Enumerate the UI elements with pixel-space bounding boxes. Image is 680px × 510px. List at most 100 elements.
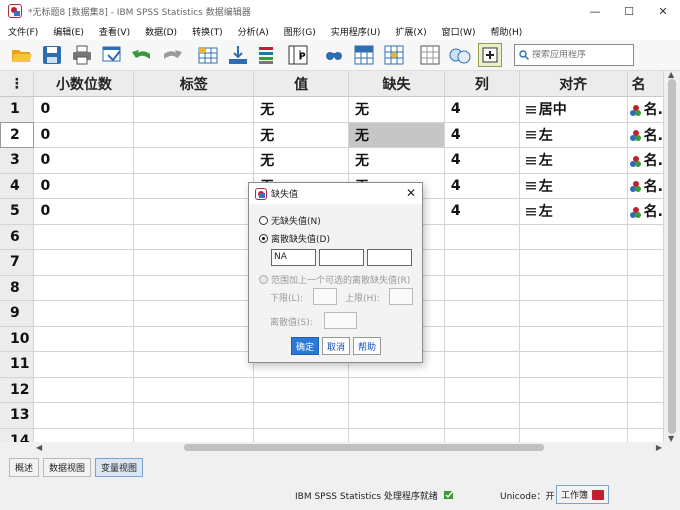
row-number[interactable]: 1 (0, 96, 35, 123)
range-radio[interactable] (259, 275, 268, 284)
search-input[interactable] (532, 50, 628, 60)
horizontal-scrollbar[interactable]: ◀ ▶ (34, 442, 664, 453)
cell-label[interactable] (133, 300, 255, 327)
cell-columns[interactable]: 4 (444, 173, 520, 199)
row-number[interactable]: 2 (0, 122, 35, 148)
cell-measure[interactable]: 名. (627, 147, 664, 174)
corner-cell[interactable]: ⋮ (0, 71, 35, 97)
cell-values[interactable] (253, 402, 350, 429)
minimize-button[interactable]: — (578, 0, 612, 22)
cell-missing[interactable]: 无 (348, 96, 445, 123)
ok-button[interactable]: 确定 (291, 337, 319, 355)
cell-missing[interactable]: 无 (348, 147, 445, 174)
cell-values[interactable]: 无 (253, 147, 350, 174)
cell-values[interactable]: 无 (253, 122, 350, 148)
row-number[interactable]: 4 (0, 173, 35, 199)
cell-label[interactable] (133, 326, 255, 352)
row-number[interactable]: 10 (0, 326, 35, 352)
split-file-icon[interactable]: P (286, 43, 310, 67)
scroll-up-icon[interactable]: ▲ (668, 70, 674, 79)
cell-measure[interactable] (627, 300, 664, 327)
select-cases-icon[interactable] (352, 43, 376, 67)
cell-measure[interactable]: 名. (627, 96, 664, 123)
vertical-scrollbar[interactable]: ▲ ▼ (664, 70, 680, 443)
workbook-button[interactable]: 工作簿 (556, 485, 610, 504)
cell-measure[interactable] (627, 275, 664, 301)
cell-columns[interactable] (444, 326, 520, 352)
row-number[interactable]: 9 (0, 300, 35, 327)
row-number[interactable]: 3 (0, 147, 35, 174)
discrete-missing-radio[interactable] (259, 234, 268, 243)
cell-label[interactable] (133, 224, 255, 250)
show-all-variables-icon[interactable] (448, 43, 472, 67)
row-number[interactable]: 7 (0, 249, 35, 276)
cell-columns[interactable] (444, 224, 520, 250)
cell-measure[interactable] (627, 428, 664, 442)
cell-align[interactable]: 左 (519, 122, 628, 148)
cell-measure[interactable] (627, 351, 664, 378)
cell-measure[interactable] (627, 326, 664, 352)
search-box[interactable] (514, 44, 634, 66)
cell-missing[interactable] (348, 428, 445, 442)
cell-decimals[interactable] (33, 275, 135, 301)
cell-align[interactable] (519, 326, 628, 352)
col-header-align[interactable]: 对齐 (519, 71, 628, 97)
cell-label[interactable] (133, 351, 255, 378)
cell-align[interactable] (519, 224, 628, 250)
col-header-missing[interactable]: 缺失 (348, 71, 445, 97)
cell-missing[interactable]: 无 (348, 122, 445, 148)
cell-measure[interactable]: 名. (627, 122, 664, 148)
cell-decimals[interactable]: 0 (33, 147, 135, 174)
close-button[interactable]: ✕ (646, 0, 680, 22)
cell-columns[interactable]: 4 (444, 147, 520, 174)
scroll-left-icon[interactable]: ◀ (36, 443, 42, 452)
no-missing-radio[interactable] (259, 216, 268, 225)
tab-variable-view[interactable]: 变量视图 (95, 457, 144, 477)
row-number[interactable]: 11 (0, 351, 35, 378)
cell-align[interactable] (519, 351, 628, 378)
scroll-right-icon[interactable]: ▶ (656, 443, 662, 452)
cell-align[interactable]: 左 (519, 147, 628, 174)
discrete-value-2[interactable] (319, 249, 364, 266)
cell-label[interactable] (133, 275, 255, 301)
spell-check-icon[interactable] (478, 43, 502, 67)
row-number[interactable]: 6 (0, 224, 35, 250)
horizontal-scroll-thumb[interactable] (184, 444, 544, 451)
row-number[interactable]: 5 (0, 198, 35, 225)
cell-values[interactable] (253, 377, 350, 403)
row-number[interactable]: 12 (0, 377, 35, 403)
cell-decimals[interactable] (33, 428, 135, 442)
cell-decimals[interactable] (33, 377, 135, 403)
menu-transform[interactable]: 转换(T) (192, 25, 223, 38)
cell-label[interactable] (133, 249, 255, 276)
discrete-value-1[interactable]: NA (271, 249, 316, 266)
col-header-decimals[interactable]: 小数位数 (33, 71, 135, 97)
open-folder-icon[interactable] (10, 43, 34, 67)
cell-align[interactable] (519, 249, 628, 276)
cell-columns[interactable] (444, 249, 520, 276)
cell-columns[interactable] (444, 300, 520, 327)
cell-align[interactable] (519, 428, 628, 442)
menu-utilities[interactable]: 实用程序(U) (331, 25, 381, 38)
cell-label[interactable] (133, 147, 255, 174)
cell-decimals[interactable] (33, 326, 135, 352)
no-missing-option[interactable]: 无缺失值(N) (259, 214, 321, 227)
cell-missing[interactable] (348, 377, 445, 403)
cell-align[interactable]: 左 (519, 198, 628, 225)
cell-values[interactable] (253, 428, 350, 442)
high-field[interactable] (389, 288, 413, 305)
undo-icon[interactable] (130, 43, 154, 67)
menu-help[interactable]: 帮助(H) (491, 25, 523, 38)
col-header-label[interactable]: 标签 (133, 71, 255, 97)
cancel-button[interactable]: 取消 (322, 337, 350, 355)
discrete-missing-option[interactable]: 离散缺失值(D) (259, 232, 330, 245)
cell-missing[interactable] (348, 402, 445, 429)
range-discrete-field[interactable] (324, 312, 357, 329)
cell-columns[interactable]: 4 (444, 96, 520, 123)
menu-analyze[interactable]: 分析(A) (238, 25, 269, 38)
cell-decimals[interactable] (33, 402, 135, 429)
cell-measure[interactable]: 名. (627, 198, 664, 225)
go-to-case-icon[interactable] (196, 43, 220, 67)
range-option[interactable]: 范围加上一个可选的离散缺失值(R) (259, 273, 410, 286)
tab-overview[interactable]: 概述 (9, 457, 40, 477)
